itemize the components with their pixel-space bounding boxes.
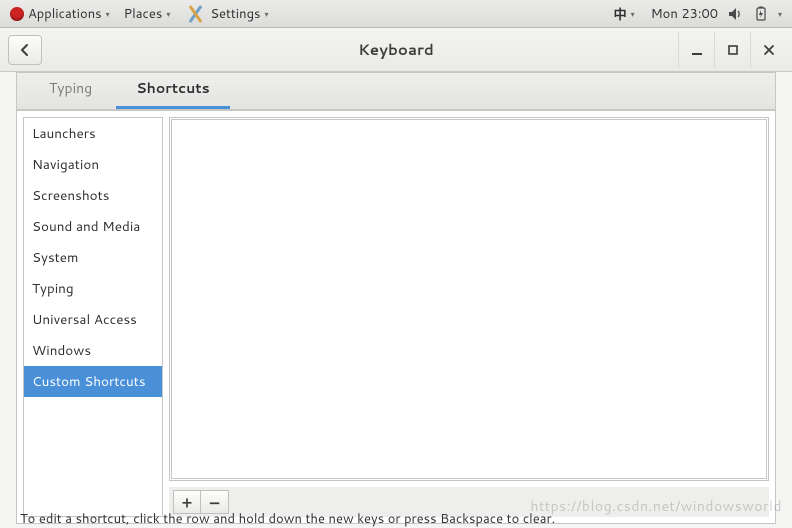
ime-indicator[interactable]: 中 ▾ xyxy=(608,0,641,28)
category-item[interactable]: Windows xyxy=(24,335,162,366)
back-button[interactable] xyxy=(8,35,42,65)
shortcut-list[interactable] xyxy=(169,117,769,481)
chevron-down-icon[interactable]: ▾ xyxy=(778,8,782,20)
content-area: LaunchersNavigationScreenshotsSound and … xyxy=(16,110,776,524)
settings-menu[interactable]: Settings ▾ xyxy=(178,0,274,28)
volume-icon[interactable] xyxy=(728,7,744,21)
category-item[interactable]: Screenshots xyxy=(24,180,162,211)
panel-left: Applications ▾ Places ▾ Settings ▾ xyxy=(0,0,275,28)
window-title: Keyboard xyxy=(0,39,792,60)
panel-right: 中 ▾ Mon 23:00 ▾ xyxy=(608,0,792,28)
distro-icon xyxy=(10,7,24,21)
places-label: Places xyxy=(124,5,163,23)
applications-menu[interactable]: Applications ▾ xyxy=(4,0,116,28)
chevron-down-icon: ▾ xyxy=(106,8,110,20)
category-item[interactable]: Custom Shortcuts xyxy=(24,366,162,397)
chevron-down-icon: ▾ xyxy=(265,8,269,20)
category-item[interactable]: Universal Access xyxy=(24,304,162,335)
category-item[interactable]: Navigation xyxy=(24,149,162,180)
category-item[interactable]: Launchers xyxy=(24,118,162,149)
applications-label: Applications xyxy=(28,5,102,23)
right-column: + − xyxy=(169,117,769,517)
category-item[interactable]: System xyxy=(24,242,162,273)
left-column: LaunchersNavigationScreenshotsSound and … xyxy=(23,117,163,517)
chevron-down-icon: ▾ xyxy=(166,8,170,20)
tab-shortcuts[interactable]: Shortcuts xyxy=(116,68,230,109)
window-header: Keyboard xyxy=(0,28,792,72)
hint-text: To edit a shortcut, click the row and ho… xyxy=(20,510,555,528)
ime-label: 中 xyxy=(614,4,627,24)
clock[interactable]: Mon 23:00 xyxy=(651,5,718,23)
category-item[interactable]: Sound and Media xyxy=(24,211,162,242)
tab-bar: Typing Shortcuts xyxy=(16,72,776,110)
category-item[interactable]: Typing xyxy=(24,273,162,304)
places-menu[interactable]: Places ▾ xyxy=(118,0,177,28)
chevron-down-icon: ▾ xyxy=(631,8,635,20)
category-list[interactable]: LaunchersNavigationScreenshotsSound and … xyxy=(23,117,163,517)
maximize-button[interactable] xyxy=(714,32,750,68)
top-panel: Applications ▾ Places ▾ Settings ▾ 中 ▾ M… xyxy=(0,0,792,28)
settings-label: Settings xyxy=(210,5,260,23)
minimize-button[interactable] xyxy=(678,32,714,68)
close-button[interactable] xyxy=(750,32,786,68)
tab-typing[interactable]: Typing xyxy=(29,68,112,109)
tools-icon xyxy=(184,4,206,24)
window-controls xyxy=(678,28,786,72)
battery-icon[interactable] xyxy=(754,6,768,22)
